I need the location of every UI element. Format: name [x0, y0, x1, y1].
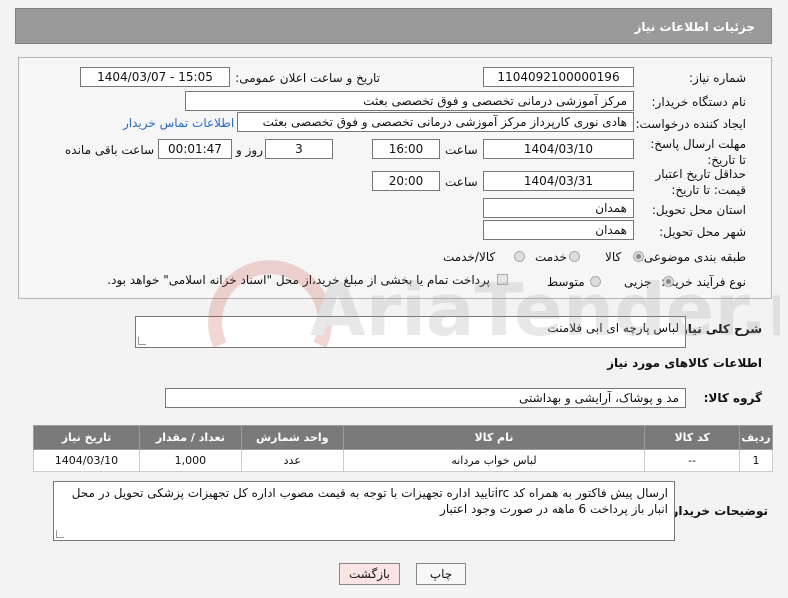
back-button[interactable]: بازگشت — [339, 563, 400, 585]
buyer-org-label: نام دستگاه خریدار: — [651, 95, 747, 109]
price-time-field: 20:00 — [372, 171, 440, 191]
province-label: استان محل تحویل: — [651, 203, 746, 217]
days-field: 3 — [265, 139, 333, 159]
category-radio-goods-service[interactable] — [514, 251, 525, 262]
category-option-goods: کالا — [605, 250, 622, 264]
resize-handle-icon[interactable] — [56, 530, 64, 538]
announce-label: تاریخ و ساعت اعلان عمومی: — [235, 71, 380, 85]
col-header-item-code: کد کالا — [644, 425, 741, 450]
cell-row-number: 1 — [739, 449, 773, 472]
price-validity-label: حداقل تاریخ اعتبار قیمت: تا تاریخ: — [655, 167, 746, 197]
reply-time-field: 16:00 — [372, 139, 440, 159]
table-row: 1 -- لباس خواب مردانه عدد 1,000 1404/03/… — [33, 449, 773, 472]
cell-item-code: -- — [644, 449, 741, 472]
city-field: همدان — [483, 220, 634, 240]
buyer-notes-text: ارسال پیش فاکتور به همراه کد ircتایید اد… — [71, 486, 668, 516]
purchase-radio-minor[interactable] — [663, 276, 674, 287]
print-button[interactable]: چاپ — [416, 563, 466, 585]
reply-time-label: ساعت — [445, 143, 478, 157]
category-label: طبقه بندی موضوعی: — [639, 250, 746, 264]
payment-note: پرداخت تمام یا بخشی از مبلغ خرید،از محل … — [107, 273, 490, 287]
city-label: شهر محل تحویل: — [659, 225, 746, 239]
purchase-option-medium: متوسط — [547, 275, 585, 289]
resize-handle-icon[interactable] — [138, 337, 146, 345]
buyer-org-field: مرکز آموزشی درمانی تخصصی و فوق تخصصی بعث… — [185, 91, 634, 111]
need-number-label: شماره نیاز: — [689, 71, 746, 85]
buyer-notes-field: ارسال پیش فاکتور به همراه کد ircتایید اد… — [53, 481, 675, 541]
purchase-radio-medium[interactable] — [590, 276, 601, 287]
items-table: ردیف کد کالا نام کالا واحد شمارش تعداد /… — [33, 425, 773, 472]
remaining-time-field: 00:01:47 — [158, 139, 232, 159]
goods-group-label: گروه کالا: — [703, 391, 762, 405]
col-header-need-date: تاریخ نیاز — [33, 425, 140, 450]
table-header-row: ردیف کد کالا نام کالا واحد شمارش تعداد /… — [33, 425, 773, 450]
days-label: روز و — [236, 143, 263, 157]
reply-deadline-label: مهلت ارسال پاسخ: تا تاریخ: — [650, 137, 746, 167]
page-title: جزئیات اطلاعات نیاز — [634, 20, 755, 34]
category-radio-goods[interactable] — [633, 251, 644, 262]
reply-date-field: 1404/03/10 — [483, 139, 634, 159]
goods-section-title: اطلاعات کالاهای مورد نیاز — [607, 356, 762, 370]
cell-need-date: 1404/03/10 — [33, 449, 140, 472]
requester-field: هادی نوری کارپرداز مرکز آموزشی درمانی تخ… — [237, 112, 634, 132]
category-radio-service[interactable] — [569, 251, 580, 262]
category-option-service: خدمت — [535, 250, 567, 264]
description-text: لباس پارچه ای ابی فلامنت — [547, 321, 679, 335]
cell-unit: عدد — [240, 449, 344, 472]
requester-label: ایجاد کننده درخواست: — [635, 117, 746, 131]
col-header-row-number: ردیف — [739, 425, 773, 450]
category-option-goods-service: کالا/خدمت — [443, 250, 496, 264]
col-header-unit: واحد شمارش — [240, 425, 344, 450]
goods-group-field: مد و پوشاک، آرایشی و بهداشتی — [165, 388, 686, 408]
treasury-payment-checkbox[interactable] — [497, 274, 508, 285]
col-header-quantity: تعداد / مقدار — [138, 425, 242, 450]
price-time-label: ساعت — [445, 175, 478, 189]
province-field: همدان — [483, 198, 634, 218]
cell-item-name: لباس خواب مردانه — [342, 449, 646, 472]
description-label: شرح کلی نیاز: — [676, 322, 762, 336]
price-date-field: 1404/03/31 — [483, 171, 634, 191]
need-number-field: 1104092100000196 — [483, 67, 634, 87]
cell-quantity: 1,000 — [138, 449, 242, 472]
description-field: لباس پارچه ای ابی فلامنت — [135, 316, 686, 348]
remaining-time-label: ساعت باقی مانده — [65, 143, 155, 157]
col-header-item-name: نام کالا — [342, 425, 646, 450]
buyer-contact-link[interactable]: اطلاعات تماس خریدار — [123, 116, 234, 130]
page-header: جزئیات اطلاعات نیاز — [15, 8, 772, 44]
announce-datetime-field: 1404/03/07 - 15:05 — [80, 67, 230, 87]
purchase-option-minor: جزیی — [624, 275, 652, 289]
buyer-notes-label: توضیحات خریدار: — [666, 504, 768, 518]
